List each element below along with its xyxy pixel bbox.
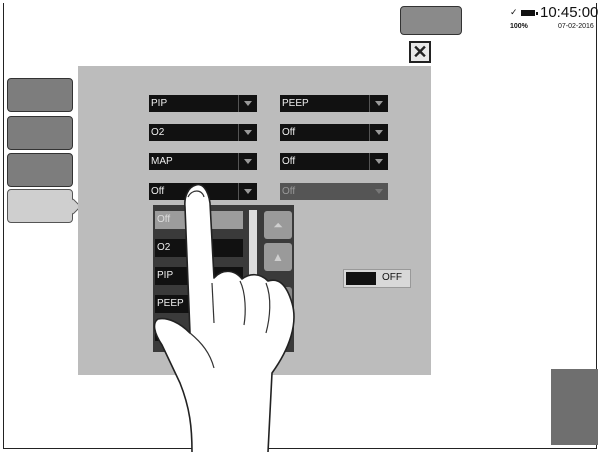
- dropdown-value: MAP: [151, 156, 173, 167]
- dropdown-value: Off: [282, 127, 296, 138]
- close-button[interactable]: ✕: [409, 41, 431, 63]
- toggle-knob: [346, 272, 376, 285]
- top-action-button[interactable]: [400, 6, 462, 35]
- parameter-dropdown-7[interactable]: Off: [280, 153, 388, 170]
- chevron-down-icon: [369, 124, 388, 141]
- side-menu-button-4-active[interactable]: [7, 189, 73, 223]
- dropdown-value: O2: [151, 127, 165, 138]
- parameter-dropdown-1[interactable]: PIP: [149, 95, 257, 112]
- side-menu-button-1[interactable]: [7, 78, 73, 112]
- clock-time: 10:45:00: [540, 4, 599, 21]
- chevron-down-icon: [238, 95, 257, 112]
- chevron-down-icon: [238, 124, 257, 141]
- chevron-down-icon: [369, 183, 388, 200]
- close-icon: ✕: [412, 42, 428, 62]
- battery-percent: 100%: [510, 23, 528, 30]
- plug-icon: ✓: [510, 7, 518, 17]
- chevron-down-icon: [369, 153, 388, 170]
- side-menu-button-3[interactable]: [7, 153, 73, 187]
- parameter-dropdown-3[interactable]: MAP: [149, 153, 257, 170]
- dropdown-value: PEEP: [282, 98, 309, 109]
- chevron-down-icon: [238, 153, 257, 170]
- parameter-dropdown-6[interactable]: Off: [280, 124, 388, 141]
- battery-icon: [521, 10, 538, 16]
- status-bar: ✓ 10:45:00 100% 07-02-2016: [510, 4, 598, 34]
- dropdown-value: PIP: [151, 98, 168, 109]
- corner-action-button[interactable]: [551, 369, 598, 445]
- parameter-dropdown-2[interactable]: O2: [149, 124, 257, 141]
- pointing-hand-icon: [153, 183, 295, 452]
- side-menu-button-2[interactable]: [7, 116, 73, 150]
- off-toggle[interactable]: OFF: [343, 269, 411, 288]
- clock-date: 07-02-2016: [558, 23, 594, 30]
- toggle-label: OFF: [382, 272, 402, 283]
- parameter-dropdown-5[interactable]: PEEP: [280, 95, 388, 112]
- dropdown-value: Off: [282, 156, 296, 167]
- chevron-down-icon: [369, 95, 388, 112]
